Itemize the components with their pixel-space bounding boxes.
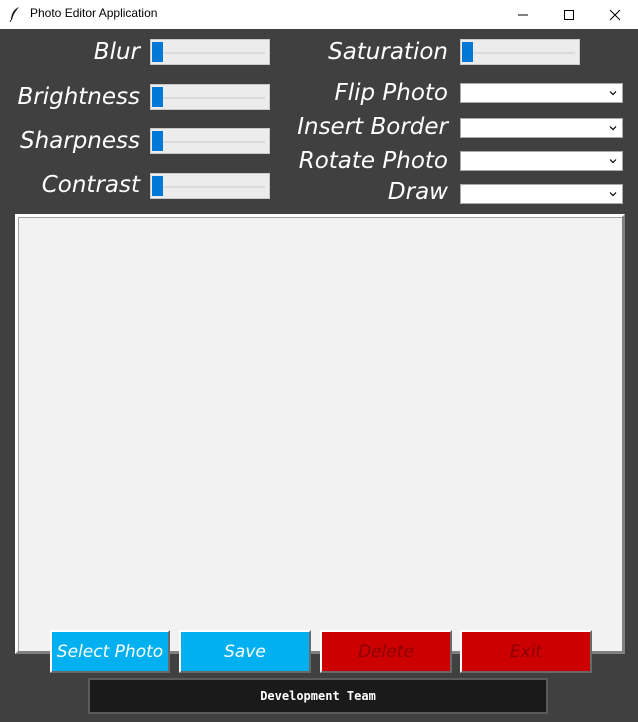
canvas-inner	[18, 217, 622, 651]
slider-thumb[interactable]	[152, 176, 163, 196]
slider-thumb[interactable]	[152, 42, 163, 62]
slider-track	[155, 97, 265, 99]
minimize-button[interactable]	[500, 0, 546, 29]
slider-track	[155, 141, 265, 143]
delete-button[interactable]: Delete	[320, 630, 452, 673]
chevron-down-icon	[609, 192, 617, 197]
blur-label: Blur	[93, 39, 140, 65]
chevron-down-icon	[609, 126, 617, 131]
contrast-label: Contrast	[41, 172, 140, 198]
draw-label: Draw	[387, 179, 448, 205]
flip-photo-dropdown[interactable]	[460, 83, 623, 103]
sharpness-label: Sharpness	[19, 128, 140, 154]
brightness-slider[interactable]	[150, 84, 270, 110]
slider-track	[155, 186, 265, 188]
select-photo-button[interactable]: Select Photo	[50, 630, 170, 673]
chevron-down-icon	[609, 91, 617, 96]
minimize-icon	[518, 14, 528, 15]
close-icon	[609, 9, 621, 20]
chevron-down-icon	[609, 159, 617, 164]
exit-button[interactable]: Exit	[460, 630, 592, 673]
sharpness-slider[interactable]	[150, 128, 270, 154]
slider-track	[465, 52, 575, 54]
brightness-label: Brightness	[17, 84, 140, 110]
saturation-label: Saturation	[328, 39, 448, 65]
close-button[interactable]	[592, 0, 638, 29]
slider-thumb[interactable]	[462, 42, 473, 62]
image-canvas[interactable]	[15, 214, 625, 654]
draw-dropdown[interactable]	[460, 184, 623, 204]
rotate-photo-dropdown[interactable]	[460, 151, 623, 171]
slider-thumb[interactable]	[152, 131, 163, 151]
saturation-slider[interactable]	[460, 39, 580, 65]
flip-photo-label: Flip Photo	[334, 80, 448, 106]
blur-slider[interactable]	[150, 39, 270, 65]
maximize-icon	[564, 9, 574, 20]
slider-thumb[interactable]	[152, 87, 163, 107]
title-bar: Photo Editor Application	[0, 0, 638, 29]
feather-icon	[9, 7, 19, 22]
contrast-slider[interactable]	[150, 173, 270, 199]
save-button[interactable]: Save	[179, 630, 311, 673]
slider-track	[155, 52, 265, 54]
development-team-button[interactable]: Development Team	[88, 678, 548, 714]
rotate-photo-label: Rotate Photo	[298, 148, 448, 174]
window-title: Photo Editor Application	[30, 6, 158, 20]
maximize-button[interactable]	[546, 0, 592, 29]
insert-border-dropdown[interactable]	[460, 118, 623, 138]
insert-border-label: Insert Border	[297, 114, 448, 140]
